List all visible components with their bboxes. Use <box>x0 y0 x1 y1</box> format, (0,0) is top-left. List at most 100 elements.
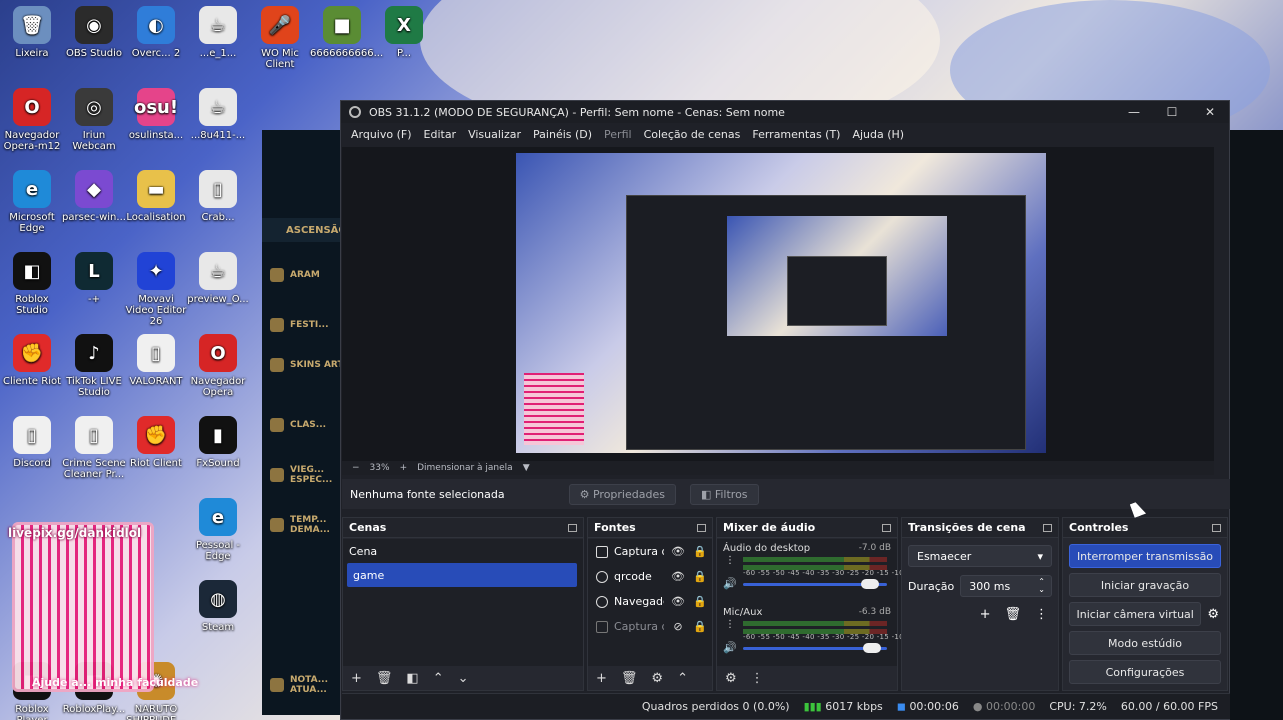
scene-filters-icon[interactable]: ◧ <box>406 671 418 686</box>
desktop-icon[interactable]: ◍ Steam <box>186 580 250 633</box>
source-item-hidden[interactable]: Captura d ⊘ 🔒 <box>588 614 712 639</box>
lock-icon[interactable]: 🔒 <box>692 620 708 633</box>
desktop-icon[interactable]: ▯ Discord <box>0 416 64 469</box>
settings-button[interactable]: Configurações <box>1069 660 1221 684</box>
menu-ajuda[interactable]: Ajuda (H) <box>846 128 910 141</box>
desktop-icon[interactable]: ♪ TikTok LIVE Studio <box>62 334 126 398</box>
eye-hidden-icon[interactable]: ⊘ <box>670 620 686 633</box>
lock-icon[interactable]: 🔒 <box>692 545 708 558</box>
desktop-icon[interactable]: ▯ Crime Scene Cleaner Pr... <box>62 416 126 480</box>
trash-icon[interactable]: 🗑 <box>376 671 393 686</box>
add-icon[interactable]: + <box>596 671 607 686</box>
stop-streaming-button[interactable]: Interromper transmissão <box>1069 544 1221 568</box>
desktop-icon[interactable]: ▮ FxSound <box>186 416 250 469</box>
undock-icon[interactable] <box>568 523 577 532</box>
lock-icon[interactable]: 🔒 <box>692 570 708 583</box>
start-recording-button[interactable]: Iniciar gravação <box>1069 573 1221 597</box>
desktop-icon[interactable]: ◧ Roblox Studio <box>0 252 64 316</box>
desktop-icon-label: Cliente Riot <box>2 376 62 387</box>
spin-icon[interactable]: ⌃ ⌄ <box>1038 578 1045 594</box>
lock-icon[interactable]: 🔒 <box>692 595 708 608</box>
undock-icon[interactable] <box>697 523 706 532</box>
undock-icon[interactable] <box>1212 523 1221 532</box>
menu-ferramentas[interactable]: Ferramentas (T) <box>746 128 846 141</box>
desktop-icon[interactable]: ▯ VALORANT <box>124 334 188 387</box>
chevron-down-icon[interactable]: ▼ <box>523 463 530 473</box>
desktop-icon[interactable]: ◎ Iriun Webcam <box>62 88 126 152</box>
gear-icon[interactable]: ⚙ <box>651 671 663 686</box>
preview-area[interactable] <box>342 147 1214 461</box>
source-item[interactable]: qrcode 👁 🔒 <box>588 564 712 589</box>
undock-icon[interactable] <box>882 523 891 532</box>
eye-icon[interactable]: 👁 <box>670 545 686 558</box>
speaker-icon[interactable]: 🔊 <box>723 577 737 590</box>
desktop-icon[interactable]: 🗑 Lixeira <box>0 6 64 59</box>
desktop-icon[interactable]: ☕ preview_O... <box>186 252 250 305</box>
source-item[interactable]: Navegadc 👁 🔒 <box>588 589 712 614</box>
kebab-icon[interactable]: ⋮ <box>725 556 735 566</box>
kebab-icon[interactable]: ⋮ <box>725 620 735 630</box>
preview-canvas[interactable] <box>516 153 1046 453</box>
minimize-button[interactable]: — <box>1115 105 1153 119</box>
volume-slider[interactable] <box>743 579 887 589</box>
desktop-icon[interactable]: ▯ Crab... <box>186 170 250 223</box>
move-up-icon[interactable]: ⌃ <box>433 671 444 686</box>
move-down-icon[interactable]: ⌄ <box>458 671 469 686</box>
desktop-icon[interactable]: ✊ Cliente Riot <box>0 334 64 387</box>
filters-button[interactable]: ◧ Filtros <box>689 483 759 505</box>
slider-thumb[interactable] <box>863 643 881 653</box>
desktop-icon[interactable]: ■ 6666666666... <box>310 6 383 59</box>
desktop-icon[interactable]: 🎤 WO Mic Client <box>248 6 312 70</box>
gear-icon[interactable]: ⚙ <box>1207 607 1219 622</box>
duration-input[interactable]: 300 ms ⌃ ⌄ <box>960 575 1052 597</box>
desktop-icon[interactable]: ◐ Overc... 2 <box>124 6 188 59</box>
desktop-icon[interactable]: ✊ Riot Client <box>124 416 188 469</box>
menu-arquivo[interactable]: Arquivo (F) <box>345 128 418 141</box>
desktop-icon[interactable]: O Navegador Opera-m12 <box>0 88 64 152</box>
maximize-button[interactable]: ☐ <box>1153 105 1191 119</box>
menu-visualizar[interactable]: Visualizar <box>462 128 527 141</box>
desktop-icon[interactable]: ☕ ...8u411-... <box>186 88 250 141</box>
close-button[interactable]: ✕ <box>1191 105 1229 119</box>
desktop-icon[interactable]: O Navegador Opera <box>186 334 250 398</box>
desktop-icon[interactable]: e Microsoft Edge <box>0 170 64 234</box>
menu-paineis[interactable]: Painéis (D) <box>527 128 598 141</box>
properties-button[interactable]: ⚙ Propriedades <box>568 483 676 505</box>
add-icon[interactable]: + <box>351 671 362 686</box>
trash-icon[interactable]: 🗑 <box>1004 607 1021 622</box>
desktop-icon[interactable]: ✦ Movavi Video Editor 26 <box>124 252 188 327</box>
zoom-mode-select[interactable]: Dimensionar à janela <box>417 463 513 473</box>
volume-slider[interactable] <box>743 643 887 653</box>
desktop-icon[interactable]: X P... <box>372 6 436 59</box>
link-icon[interactable]: ⚙ <box>725 671 737 686</box>
speaker-icon[interactable]: 🔊 <box>723 641 737 654</box>
undock-icon[interactable] <box>1043 523 1052 532</box>
transition-select[interactable]: Esmaecer ▾ <box>908 545 1052 567</box>
zoom-out-button[interactable]: − <box>352 463 360 473</box>
start-virtual-camera-button[interactable]: Iniciar câmera virtual <box>1069 602 1202 626</box>
kebab-icon[interactable]: ⋮ <box>751 671 764 686</box>
desktop-icon[interactable]: ◉ OBS Studio <box>62 6 126 59</box>
scene-item[interactable]: Cena <box>343 539 583 563</box>
menu-colecao-cenas[interactable]: Coleção de cenas <box>638 128 747 141</box>
add-icon[interactable]: + <box>980 607 991 622</box>
menu-perfil[interactable]: Perfil <box>598 128 638 141</box>
desktop-icon[interactable]: ☕ ...e_1... <box>186 6 250 59</box>
scene-item-selected[interactable]: game <box>347 563 577 587</box>
kebab-icon[interactable]: ⋮ <box>1035 607 1048 622</box>
desktop-icon-label: -+ <box>88 294 100 305</box>
desktop-icon[interactable]: osu! osulinsta... <box>124 88 188 141</box>
studio-mode-button[interactable]: Modo estúdio <box>1069 631 1221 655</box>
move-up-icon[interactable]: ⌃ <box>677 671 688 686</box>
zoom-in-button[interactable]: + <box>400 463 408 473</box>
trash-icon[interactable]: 🗑 <box>621 671 638 686</box>
menu-editar[interactable]: Editar <box>418 128 463 141</box>
desktop-icon[interactable]: L -+ <box>62 252 126 305</box>
source-item[interactable]: Captura d 👁 🔒 <box>588 539 712 564</box>
desktop-icon[interactable]: e Pessoal - Edge <box>186 498 250 562</box>
eye-icon[interactable]: 👁 <box>670 570 686 583</box>
eye-icon[interactable]: 👁 <box>670 595 686 608</box>
desktop-icon[interactable]: ◆ parsec-win... <box>62 170 126 223</box>
desktop-icon[interactable]: ▬ Localisation <box>124 170 188 223</box>
slider-thumb[interactable] <box>861 579 879 589</box>
